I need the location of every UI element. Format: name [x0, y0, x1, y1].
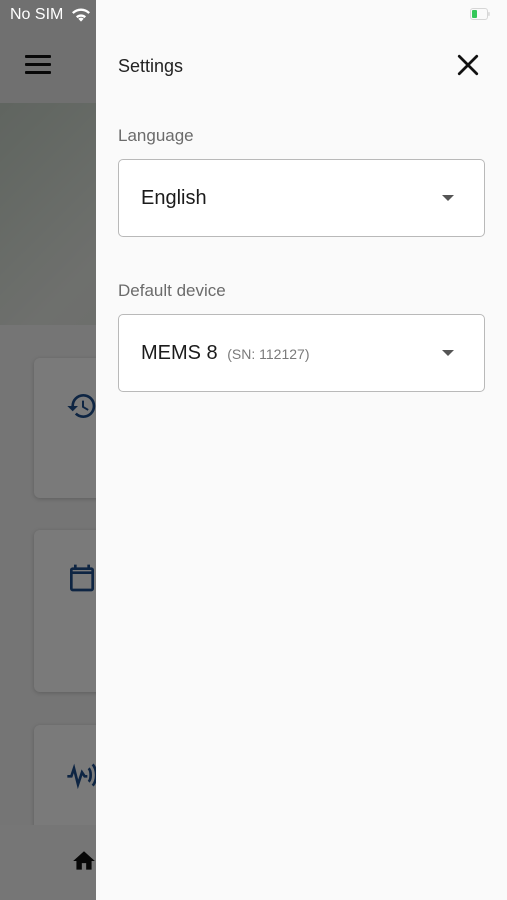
default-device-label: Default device — [118, 281, 226, 300]
close-icon[interactable] — [453, 50, 483, 80]
language-label: Language — [118, 126, 194, 145]
battery-icon — [470, 8, 490, 20]
chevron-down-icon — [442, 350, 454, 356]
device-serial: (SN: 112127) — [227, 346, 310, 362]
settings-drawer: Settings Language English Default device… — [96, 0, 507, 900]
device-value: MEMS 8 (SN: 112127) — [141, 342, 309, 365]
language-select[interactable]: English — [118, 159, 485, 237]
language-value: English — [141, 187, 207, 209]
device-name: MEMS 8 — [141, 342, 218, 364]
status-bar: No SIM — [0, 0, 507, 30]
drawer-title: Settings — [118, 56, 184, 76]
chevron-down-icon — [442, 195, 454, 201]
wifi-icon — [72, 8, 90, 22]
carrier-label: No SIM — [10, 6, 64, 23]
default-device-select[interactable]: MEMS 8 (SN: 112127) — [118, 314, 485, 392]
